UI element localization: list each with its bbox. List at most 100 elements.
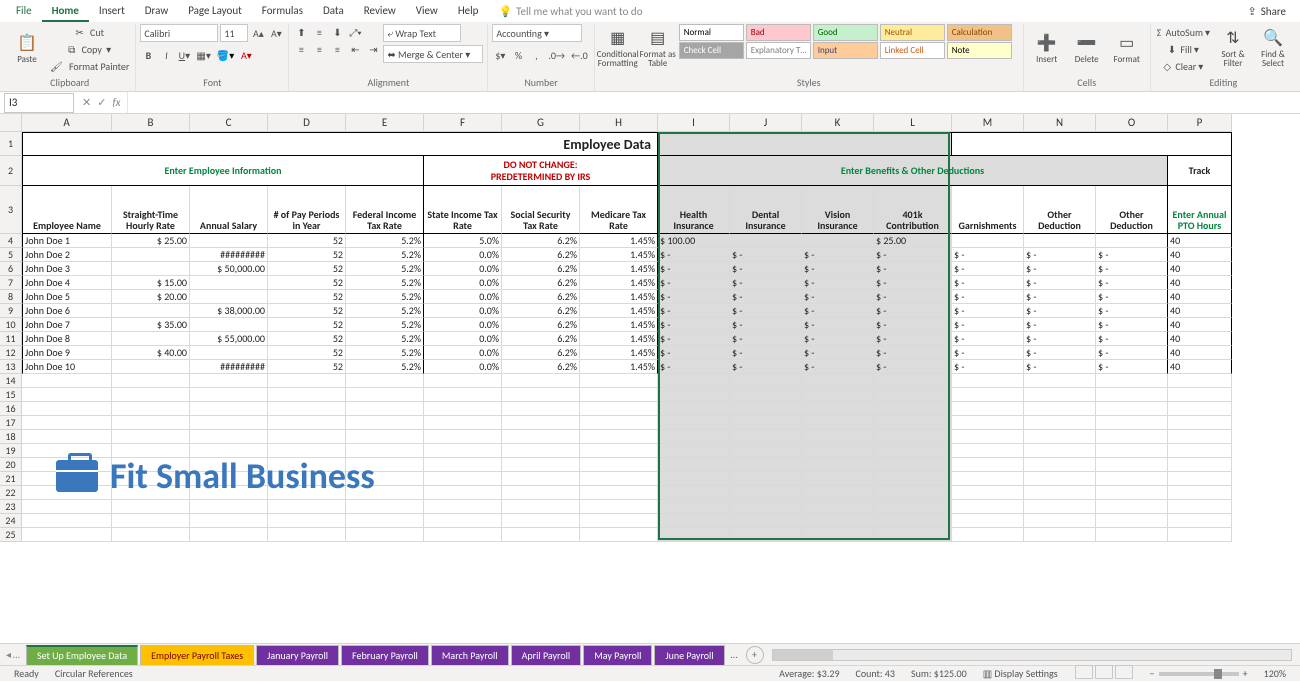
italic-button[interactable]: I [158,47,174,63]
cell[interactable] [658,402,730,416]
formula-input[interactable] [128,93,1300,113]
cell[interactable]: $ - [658,248,730,262]
cell[interactable]: 6.2% [502,290,580,304]
cell[interactable]: $ - [952,290,1024,304]
cell[interactable]: $ - [730,318,802,332]
cell[interactable]: $ - [730,290,802,304]
cell[interactable] [1024,388,1096,402]
cell[interactable]: $ - [802,346,874,360]
cell[interactable]: $ - [1096,290,1168,304]
cell[interactable] [730,402,802,416]
cell[interactable]: 0.0% [424,360,502,374]
cell[interactable] [22,402,112,416]
cell[interactable]: 0.0% [424,276,502,290]
cell[interactable] [190,500,268,514]
cell[interactable] [112,262,190,276]
tabs-more[interactable]: … [727,648,742,661]
sheet-tab-set-up-employee-data[interactable]: Set Up Employee Data [26,645,138,665]
cell[interactable] [1024,402,1096,416]
cell[interactable]: $ - [952,360,1024,374]
row-header-23[interactable]: 23 [0,500,22,514]
cell[interactable] [1168,486,1232,500]
cell[interactable] [502,388,580,402]
sheet-tab-may-payroll[interactable]: May Payroll [583,645,652,665]
increase-decimal-button[interactable]: .0→ [546,47,567,63]
cell[interactable] [730,430,802,444]
cell[interactable]: 6.2% [502,248,580,262]
borders-button[interactable]: ▦▾ [194,47,212,63]
cell[interactable] [1168,472,1232,486]
percent-format-button[interactable]: % [510,47,526,63]
cell[interactable]: $ - [952,332,1024,346]
cell[interactable]: 1.45% [580,346,658,360]
row-header-9[interactable]: 9 [0,304,22,318]
cell[interactable]: $ - [952,262,1024,276]
cell[interactable] [952,132,1232,156]
cell[interactable] [730,500,802,514]
cell[interactable] [952,430,1024,444]
cell[interactable]: DO NOT CHANGE:PREDETERMINED BY IRS [424,156,658,186]
cell[interactable] [730,514,802,528]
cell[interactable] [952,458,1024,472]
cell[interactable]: 5.2% [346,234,424,248]
cell[interactable] [346,500,424,514]
row-header-24[interactable]: 24 [0,514,22,528]
cell[interactable] [730,388,802,402]
cell-style-neutral[interactable]: Neutral [880,24,945,41]
cell[interactable] [802,402,874,416]
cell[interactable] [802,472,874,486]
cell[interactable] [112,500,190,514]
cell[interactable]: $ - [802,360,874,374]
cell[interactable]: $ - [802,262,874,276]
col-header-D[interactable]: D [268,114,346,132]
cell[interactable]: 52 [268,290,346,304]
cell[interactable] [730,458,802,472]
sort-filter-button[interactable]: ⇅Sort & Filter [1214,24,1252,72]
cell[interactable] [346,374,424,388]
cell[interactable] [1096,402,1168,416]
cell[interactable] [424,388,502,402]
format-as-table-button[interactable]: ▤Format as Table [639,24,677,72]
cell[interactable] [874,500,952,514]
cell[interactable] [502,514,580,528]
cell[interactable]: $ - [658,318,730,332]
wrap-text-button[interactable]: ⤶ Wrap Text [383,24,461,42]
cell[interactable]: Medicare Tax Rate [580,186,658,234]
row-header-13[interactable]: 13 [0,360,22,374]
cell[interactable]: $ - [802,248,874,262]
row-header-25[interactable]: 25 [0,528,22,542]
cell[interactable]: $ - [952,276,1024,290]
cell[interactable] [1096,430,1168,444]
cell[interactable]: Vision Insurance [802,186,874,234]
cell[interactable] [1096,416,1168,430]
cell[interactable] [112,430,190,444]
cell[interactable] [112,332,190,346]
format-painter-button[interactable]: 🖌 Format Painter [48,58,131,74]
cell[interactable] [268,374,346,388]
grow-font-button[interactable]: A▴ [250,25,266,41]
fx-icon[interactable]: fx [112,96,120,109]
cell[interactable]: $ - [1024,290,1096,304]
cell[interactable] [1096,500,1168,514]
cell[interactable] [658,472,730,486]
cell[interactable]: 1.45% [580,360,658,374]
menu-home[interactable]: Home [42,1,89,22]
cell[interactable] [658,458,730,472]
cell[interactable] [802,234,874,248]
cell[interactable] [22,528,112,542]
cell[interactable] [424,374,502,388]
cell[interactable] [730,486,802,500]
cell[interactable]: 40 [1168,276,1232,290]
format-cells-button[interactable]: ▭Format [1108,24,1146,72]
cell[interactable]: $ - [658,346,730,360]
cell[interactable] [952,500,1024,514]
cell[interactable]: 6.2% [502,234,580,248]
cell[interactable] [580,528,658,542]
menu-file[interactable]: File [6,1,42,22]
cell[interactable]: 0.0% [424,248,502,262]
cell[interactable]: 6.2% [502,360,580,374]
cell[interactable] [658,500,730,514]
cell[interactable] [190,430,268,444]
cell[interactable]: Other Deduction [1096,186,1168,234]
cell[interactable]: 5.2% [346,346,424,360]
